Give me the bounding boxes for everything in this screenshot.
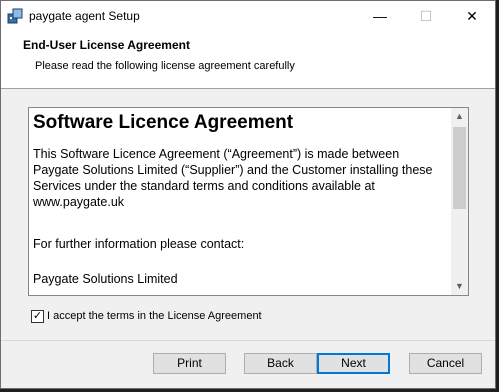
accept-terms-checkbox[interactable]: ✓ <box>31 310 44 323</box>
footer-divider <box>1 340 495 341</box>
license-content: Software Licence Agreement This Software… <box>33 112 447 287</box>
scroll-down-icon[interactable]: ▼ <box>451 278 468 295</box>
license-text-box[interactable]: Software Licence Agreement This Software… <box>28 107 469 296</box>
title-bar: paygate agent Setup — ☐ ✕ <box>1 1 495 32</box>
scroll-thumb[interactable] <box>453 127 466 209</box>
dialog-header: End-User License Agreement Please read t… <box>1 32 495 89</box>
accept-terms-label[interactable]: I accept the terms in the License Agreem… <box>47 310 262 322</box>
scroll-up-icon[interactable]: ▲ <box>451 108 468 125</box>
license-company-line: Paygate Solutions Limited <box>33 272 178 286</box>
license-heading: Software Licence Agreement <box>33 112 294 133</box>
minimize-button[interactable]: — <box>357 1 403 32</box>
cancel-button[interactable]: Cancel <box>409 353 482 374</box>
license-paragraph: This Software Licence Agreement (“Agreem… <box>33 147 433 209</box>
maximize-button[interactable]: ☐ <box>403 1 449 32</box>
setup-window: paygate agent Setup — ☐ ✕ End-User Licen… <box>0 0 496 389</box>
header-subtitle: Please read the following license agreem… <box>35 60 295 72</box>
back-button[interactable]: Back <box>244 353 317 374</box>
window-title: paygate agent Setup <box>29 9 140 23</box>
header-title: End-User License Agreement <box>23 38 190 52</box>
license-contact-line: For further information please contact: <box>33 237 245 251</box>
print-button[interactable]: Print <box>153 353 226 374</box>
license-scrollbar[interactable]: ▲ ▼ <box>451 108 468 295</box>
close-button[interactable]: ✕ <box>449 1 495 32</box>
next-button[interactable]: Next <box>317 353 390 374</box>
installer-icon <box>7 8 23 24</box>
